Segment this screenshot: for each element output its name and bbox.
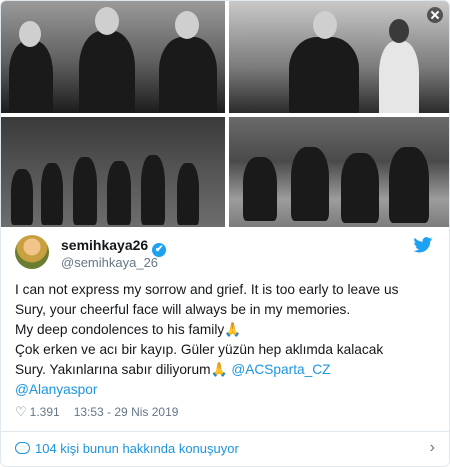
close-icon[interactable] bbox=[427, 7, 443, 23]
player-figure bbox=[79, 31, 135, 113]
heart-icon[interactable]: ♡ bbox=[15, 404, 27, 420]
player-figure bbox=[41, 163, 63, 225]
player-figure bbox=[379, 41, 419, 113]
tweet-header: semihkaya26 ✔ @semihkaya_26 bbox=[15, 235, 435, 275]
player-figure bbox=[243, 157, 277, 221]
player-head bbox=[95, 7, 119, 35]
player-figure bbox=[389, 147, 429, 223]
tweet-line-4: Çok erken ve acı bir kayıp. Güler yüzün … bbox=[15, 340, 435, 360]
mention-link-acsparta[interactable]: @ACSparta_CZ bbox=[231, 362, 330, 377]
player-head bbox=[175, 11, 199, 39]
player-figure bbox=[291, 147, 329, 221]
player-figure bbox=[341, 153, 379, 223]
tweet-text: I can not express my sorrow and grief. I… bbox=[15, 280, 435, 400]
photo-team-line[interactable] bbox=[1, 117, 225, 227]
player-head bbox=[313, 11, 337, 39]
mention-link-alanyaspor[interactable]: @Alanyaspor bbox=[15, 382, 97, 397]
photo-team-group[interactable] bbox=[229, 117, 449, 227]
conversation-link[interactable]: 104 kişi bunun hakkında konuşuyor bbox=[35, 441, 239, 456]
player-figure bbox=[141, 155, 165, 225]
praying-hands-emoji: 🙏 bbox=[224, 322, 242, 337]
tweet-line-text: Sury, your cheerful face will always be … bbox=[15, 302, 351, 317]
tweet-line-text: My deep condolences to his family bbox=[15, 322, 225, 337]
like-count[interactable]: 1.391 bbox=[30, 405, 60, 419]
photo-player-celebrating[interactable] bbox=[229, 1, 449, 113]
tweet-line-5: Sury. Yakınlarına sabır diliyorum🙏 @ACSp… bbox=[15, 360, 435, 380]
player-figure bbox=[159, 37, 217, 113]
user-handle[interactable]: @semihkaya_26 bbox=[61, 255, 158, 270]
conversation-footer[interactable]: 104 kişi bunun hakkında konuşuyor › bbox=[1, 431, 449, 466]
chevron-right-icon[interactable]: › bbox=[430, 439, 435, 457]
photo-team-applause[interactable] bbox=[1, 1, 225, 113]
player-head bbox=[389, 19, 409, 43]
praying-hands-emoji: 🙏 bbox=[210, 362, 228, 377]
display-name-text[interactable]: semihkaya26 bbox=[61, 237, 148, 253]
timestamp[interactable]: 13:53 - 29 Nis 2019 bbox=[74, 405, 179, 419]
player-figure bbox=[107, 161, 131, 225]
tweet-line-2: Sury, your cheerful face will always be … bbox=[15, 300, 435, 320]
tweet-line-text: Çok erken ve acı bir kayıp. Güler yüzün … bbox=[15, 342, 384, 357]
tweet-card: semihkaya26 ✔ @semihkaya_26 I can not exp… bbox=[0, 0, 450, 467]
tweet-line-3: My deep condolences to his family🙏 bbox=[15, 320, 435, 340]
player-head bbox=[19, 21, 41, 47]
photo-grid bbox=[1, 1, 449, 227]
player-figure bbox=[289, 37, 359, 113]
player-figure bbox=[9, 41, 53, 113]
player-figure bbox=[11, 169, 33, 225]
tweet-line-text: I can not express my sorrow and grief. I… bbox=[15, 282, 399, 297]
twitter-bird-icon[interactable] bbox=[413, 237, 433, 253]
tweet-line-6: @Alanyaspor bbox=[15, 380, 435, 400]
player-figure bbox=[177, 163, 199, 225]
avatar[interactable] bbox=[15, 235, 49, 269]
display-name[interactable]: semihkaya26 ✔ bbox=[61, 237, 167, 257]
player-figure bbox=[73, 157, 97, 225]
comment-icon bbox=[15, 442, 30, 454]
tweet-line-1: I can not express my sorrow and grief. I… bbox=[15, 280, 435, 300]
tweet-meta: ♡ 1.391 13:53 - 29 Nis 2019 bbox=[15, 404, 178, 420]
tweet-line-text: Sury. Yakınlarına sabır diliyorum bbox=[15, 362, 211, 377]
